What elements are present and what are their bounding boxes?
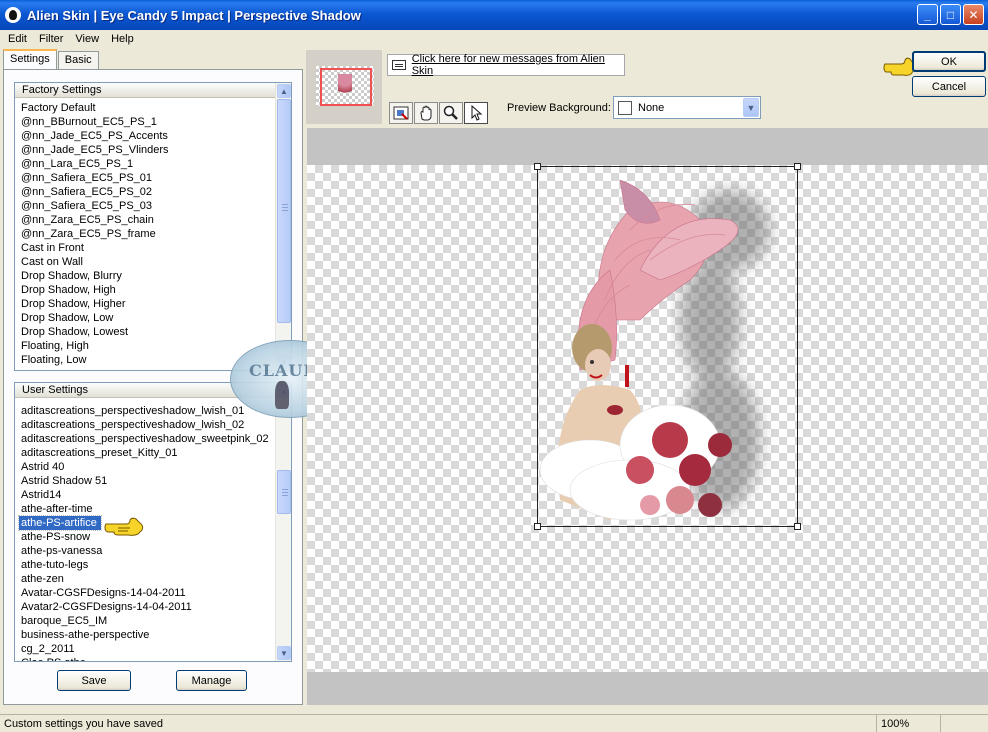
list-item[interactable]: athe-ps-vanessa: [15, 544, 275, 558]
alien-skin-messages-link[interactable]: Click here for new messages from Alien S…: [387, 53, 625, 77]
navigate-icon[interactable]: [389, 102, 413, 124]
cancel-button[interactable]: Cancel: [912, 76, 986, 97]
menu-edit[interactable]: Edit: [2, 33, 33, 45]
title-bar: Alien Skin | Eye Candy 5 Impact | Perspe…: [0, 0, 988, 30]
save-button[interactable]: Save: [57, 670, 131, 691]
watermark-figure-icon: [275, 381, 289, 409]
hand-icon[interactable]: [414, 102, 438, 124]
menu-filter[interactable]: Filter: [33, 33, 69, 45]
factory-settings-list[interactable]: Factory Settings Factory Default @nn_BBur…: [14, 82, 292, 371]
list-item[interactable]: @nn_BBurnout_EC5_PS_1: [15, 115, 275, 129]
close-button[interactable]: ✕: [963, 4, 984, 25]
resize-handle[interactable]: [534, 163, 541, 170]
window-title: Alien Skin | Eye Candy 5 Impact | Perspe…: [27, 7, 361, 23]
alien-skin-app-icon: [5, 7, 21, 23]
list-item[interactable]: Drop Shadow, Higher: [15, 297, 275, 311]
list-item[interactable]: Drop Shadow, High: [15, 283, 275, 297]
list-item[interactable]: Astrid Shadow 51: [15, 474, 275, 488]
list-item[interactable]: Cast in Front: [15, 241, 275, 255]
scroll-up-arrow-icon[interactable]: ▲: [277, 84, 291, 98]
menu-bar: Edit Filter View Help: [0, 30, 988, 47]
resize-grip[interactable]: [940, 715, 988, 732]
list-item[interactable]: athe-PS-artifice: [18, 515, 102, 531]
list-item[interactable]: @nn_Zara_EC5_PS_frame: [15, 227, 275, 241]
status-bar: Custom settings you have saved 100%: [0, 714, 988, 732]
message-icon: [392, 60, 406, 70]
list-item[interactable]: aditascreations_perspectiveshadow_sweetp…: [15, 432, 275, 446]
preview-toolbar: [389, 102, 488, 124]
preview-background-label: Preview Background:: [507, 102, 611, 114]
list-item[interactable]: Avatar2-CGSFDesigns-14-04-2011: [15, 600, 275, 614]
list-item[interactable]: athe-zen: [15, 572, 275, 586]
list-item[interactable]: @nn_Lara_EC5_PS_1: [15, 157, 275, 171]
list-item[interactable]: Astrid14: [15, 488, 275, 502]
maximize-button[interactable]: □: [940, 4, 961, 25]
pointing-hand-icon: [104, 517, 144, 536]
list-item[interactable]: @nn_Safiera_EC5_PS_03: [15, 199, 275, 213]
list-item[interactable]: business-athe-perspective: [15, 628, 275, 642]
tab-settings[interactable]: Settings: [3, 49, 57, 69]
list-item[interactable]: Astrid 40: [15, 460, 275, 474]
list-item[interactable]: @nn_Safiera_EC5_PS_01: [15, 171, 275, 185]
list-item[interactable]: Floating, High: [15, 339, 275, 353]
zoom-icon[interactable]: [439, 102, 463, 124]
user-scroll-thumb[interactable]: [277, 470, 291, 514]
tab-basic[interactable]: Basic: [57, 51, 99, 69]
list-item[interactable]: baroque_EC5_IM: [15, 614, 275, 628]
manage-button[interactable]: Manage: [176, 670, 247, 691]
factory-settings-items: Factory Default @nn_BBurnout_EC5_PS_1 @nn_…: [15, 101, 275, 370]
list-item[interactable]: Drop Shadow, Lowest: [15, 325, 275, 339]
preview-navigator-thumbnail[interactable]: [306, 50, 382, 124]
messages-link-text[interactable]: Click here for new messages from Alien S…: [412, 53, 624, 77]
list-item[interactable]: aditascreations_preset_Kitty_01: [15, 446, 275, 460]
scroll-down-arrow-icon[interactable]: ▼: [277, 646, 291, 660]
list-item[interactable]: Factory Default: [15, 101, 275, 115]
resize-handle[interactable]: [534, 523, 541, 530]
minimize-button[interactable]: _: [917, 4, 938, 25]
zoom-level: 100%: [876, 715, 940, 732]
ok-button[interactable]: OK: [912, 51, 986, 72]
user-scrollbar[interactable]: ▲ ▼: [275, 383, 291, 661]
factory-scroll-thumb[interactable]: [277, 99, 291, 323]
list-item[interactable]: @nn_Zara_EC5_PS_chain: [15, 213, 275, 227]
list-item[interactable]: aditascreations_perspectiveshadow_lwish_…: [15, 418, 275, 432]
background-swatch: [618, 100, 632, 115]
resize-handle[interactable]: [794, 523, 801, 530]
list-item[interactable]: Cloe PS athe: [15, 656, 275, 661]
status-message: Custom settings you have saved: [4, 717, 163, 730]
preview-background-value: None: [638, 101, 665, 114]
window-controls: _ □ ✕: [917, 4, 984, 25]
user-settings-list[interactable]: User Settings aditascreations_perspectiv…: [14, 382, 292, 662]
selection-bounding-box[interactable]: [534, 163, 801, 530]
menu-view[interactable]: View: [69, 33, 105, 45]
preview-background-select[interactable]: None ▼: [613, 96, 761, 119]
list-item[interactable]: athe-tuto-legs: [15, 558, 275, 572]
menu-help[interactable]: Help: [105, 33, 140, 45]
list-item[interactable]: @nn_Jade_EC5_PS_Accents: [15, 129, 275, 143]
pointer-icon[interactable]: [464, 102, 488, 124]
chevron-down-icon[interactable]: ▼: [743, 98, 759, 117]
tab-strip: Settings Basic: [3, 49, 100, 69]
list-item[interactable]: cg_2_2011: [15, 642, 275, 656]
navigator-viewport-frame[interactable]: [320, 68, 372, 106]
list-item[interactable]: Avatar-CGSFDesigns-14-04-2011: [15, 586, 275, 600]
list-item[interactable]: @nn_Safiera_EC5_PS_02: [15, 185, 275, 199]
resize-handle[interactable]: [794, 163, 801, 170]
list-item[interactable]: athe-after-time: [15, 502, 275, 516]
list-item[interactable]: Drop Shadow, Low: [15, 311, 275, 325]
factory-scrollbar[interactable]: ▲ ▼: [275, 83, 291, 370]
list-item[interactable]: aditascreations_perspectiveshadow_lwish_…: [15, 404, 275, 418]
list-item[interactable]: @nn_Jade_EC5_PS_Vlinders: [15, 143, 275, 157]
list-item[interactable]: Cast on Wall: [15, 255, 275, 269]
factory-settings-header: Factory Settings: [15, 83, 276, 98]
list-item[interactable]: Drop Shadow, Blurry: [15, 269, 275, 283]
